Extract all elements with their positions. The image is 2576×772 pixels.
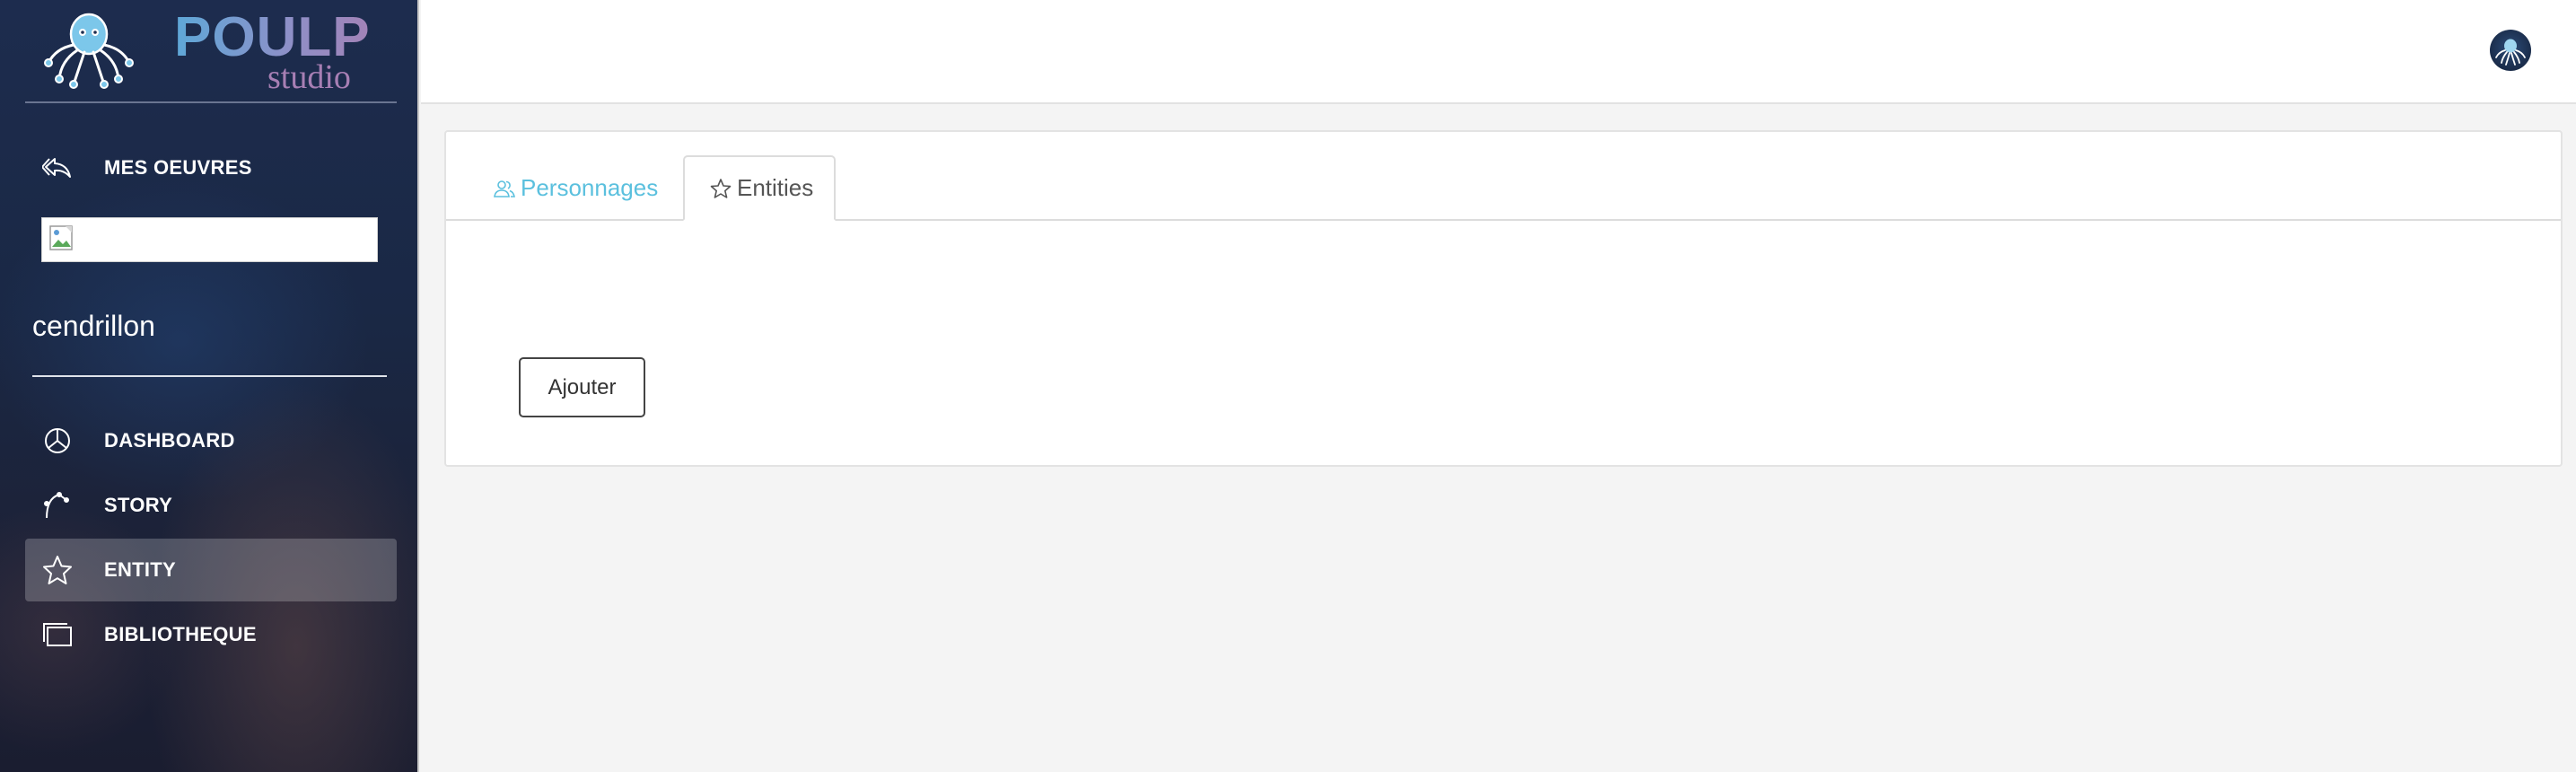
tab-entities[interactable]: Entities [683,155,836,221]
sidebar-item-mes-oeuvres[interactable]: MES OEUVRES [25,136,397,199]
sidebar-item-label: BIBLIOTHEQUE [104,623,257,645]
gallery-icon [39,617,75,653]
user-avatar[interactable] [2490,30,2531,71]
work-title: cendrillon [32,310,155,342]
top-bar [421,0,2576,104]
sidebar: POULP studio MES OEUVRES cendrillon DASH… [0,0,419,772]
sidebar-divider [32,375,387,377]
star-icon [710,178,732,199]
tab-label: Entities [737,174,814,201]
tab-label: Personnages [521,174,659,201]
entity-panel: Personnages Entities Ajouter [444,130,2563,467]
app-root: POULP studio MES OEUVRES cendrillon DASH… [0,0,2576,772]
users-icon [494,179,515,198]
sidebar-item-label: DASHBOARD [104,429,235,452]
pie-chart-icon [39,423,75,459]
tab-personnages[interactable]: Personnages [494,155,658,221]
reply-arrow-icon [39,150,75,186]
star-icon [39,552,75,588]
sidebar-item-story[interactable]: STORY [25,474,397,537]
brand-logo[interactable]: POULP studio [39,6,390,96]
sidebar-item-entity[interactable]: ENTITY [25,539,397,601]
add-button[interactable]: Ajouter [519,357,645,417]
work-cover-image [41,217,378,262]
sidebar-item-label: MES OEUVRES [104,156,252,179]
octopus-logo-icon [44,13,134,89]
octopus-avatar-icon [2495,39,2526,66]
sidebar-item-bibliotheque[interactable]: BIBLIOTHEQUE [25,603,397,666]
broken-image-icon [49,225,73,250]
sidebar-item-label: ENTITY [104,558,177,581]
brand-subtitle: studio [267,58,351,96]
sidebar-item-dashboard[interactable]: DASHBOARD [25,409,397,472]
sidebar-item-label: STORY [104,494,173,516]
sidebar-divider [25,101,397,103]
bezier-curve-icon [39,487,75,523]
